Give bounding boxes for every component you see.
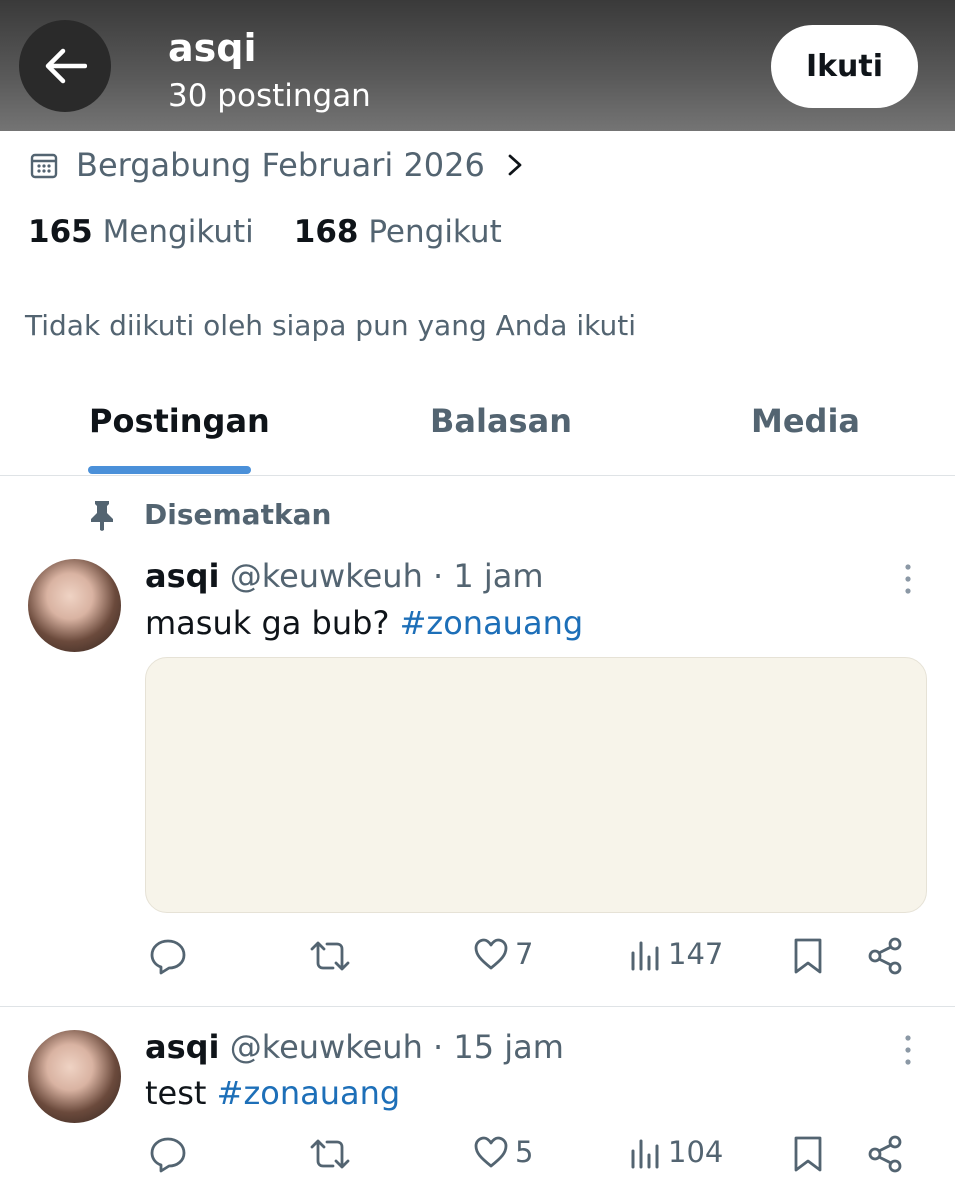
arrow-left-icon — [45, 48, 87, 84]
post-text: masuk ga bub? #zonauang — [145, 604, 583, 642]
hashtag-link[interactable]: #zonauang — [217, 1074, 401, 1112]
post-body: masuk ga bub? — [145, 604, 390, 642]
share-icon — [868, 937, 902, 975]
bookmark-icon — [794, 938, 822, 974]
post-count: 30 postingan — [168, 78, 371, 114]
bookmark-button[interactable] — [792, 1135, 824, 1173]
views-icon — [631, 941, 659, 971]
post-actions: 5 104 — [0, 1135, 955, 1185]
views-button[interactable]: 104 — [630, 1135, 723, 1169]
author-handle-time: @keuwkeuh · 1 jam — [229, 557, 544, 595]
author-name[interactable]: asqi — [145, 557, 220, 595]
followers-count: 168 — [293, 214, 359, 250]
view-count: 147 — [668, 937, 724, 971]
tab-balasan[interactable]: Balasan — [430, 402, 572, 440]
reply-icon — [150, 939, 186, 975]
avatar[interactable] — [28, 559, 121, 652]
pin-icon — [91, 500, 113, 531]
followed-by-note: Tidak diikuti oleh siapa pun yang Anda i… — [25, 309, 636, 342]
retweet-button[interactable] — [309, 1135, 351, 1173]
share-icon — [868, 1135, 902, 1173]
reply-button[interactable] — [149, 937, 187, 975]
more-vertical-icon[interactable] — [900, 1033, 916, 1067]
following-label: Mengikuti — [102, 214, 254, 250]
post-body: test — [145, 1074, 207, 1112]
tab-media[interactable]: Media — [751, 402, 860, 440]
following-count: 165 — [28, 214, 93, 250]
pinned-label-row: Disematkan — [88, 498, 331, 531]
calendar-icon — [30, 153, 58, 179]
post-media[interactable] — [145, 657, 927, 913]
view-count: 104 — [668, 1135, 724, 1169]
like-button[interactable]: 5 — [473, 1135, 533, 1169]
author-handle-time: @keuwkeuh · 15 jam — [229, 1028, 564, 1066]
like-count: 5 — [515, 1135, 534, 1169]
tab-postingan[interactable]: Postingan — [89, 402, 270, 440]
heart-icon — [474, 1136, 508, 1168]
followers-stat[interactable]: 168 Pengikut — [294, 214, 502, 250]
reply-icon — [150, 1137, 186, 1173]
post-actions: 7 147 — [0, 937, 955, 987]
followers-label: Pengikut — [368, 214, 502, 250]
active-tab-indicator — [88, 466, 251, 474]
share-button[interactable] — [867, 1135, 903, 1173]
share-button[interactable] — [867, 937, 903, 975]
profile-header: asqi 30 postingan Ikuti — [0, 0, 955, 131]
author-name[interactable]: asqi — [145, 1028, 220, 1066]
like-count: 7 — [515, 937, 534, 971]
more-vertical-icon[interactable] — [900, 562, 916, 596]
pinned-label: Disematkan — [144, 498, 332, 531]
joined-date-text: Bergabung Februari 2026 — [76, 146, 485, 184]
follow-stats: 165 Mengikuti 168 Pengikut — [28, 214, 542, 250]
like-button[interactable]: 7 — [473, 937, 533, 971]
avatar[interactable] — [28, 1030, 121, 1123]
post-divider — [0, 1006, 955, 1007]
views-icon — [631, 1139, 659, 1169]
bookmark-button[interactable] — [792, 937, 824, 975]
profile-name: asqi — [168, 26, 257, 70]
retweet-button[interactable] — [309, 937, 351, 975]
following-stat[interactable]: 165 Mengikuti — [28, 214, 254, 250]
reply-button[interactable] — [149, 1135, 187, 1173]
chevron-right-icon — [508, 154, 522, 176]
post-header: asqi @keuwkeuh · 15 jam — [145, 1028, 564, 1066]
follow-button[interactable]: Ikuti — [771, 25, 918, 108]
profile-tabs: Postingan Balasan Media — [0, 380, 955, 476]
heart-icon — [474, 938, 508, 970]
retweet-icon — [310, 1139, 350, 1169]
back-button[interactable] — [19, 20, 111, 112]
post-header: asqi @keuwkeuh · 1 jam — [145, 557, 544, 595]
post-text: test #zonauang — [145, 1074, 400, 1112]
retweet-icon — [310, 941, 350, 971]
bookmark-icon — [794, 1136, 822, 1172]
joined-date-row[interactable]: Bergabung Februari 2026 — [30, 143, 525, 187]
hashtag-link[interactable]: #zonauang — [400, 604, 584, 642]
views-button[interactable]: 147 — [630, 937, 723, 971]
